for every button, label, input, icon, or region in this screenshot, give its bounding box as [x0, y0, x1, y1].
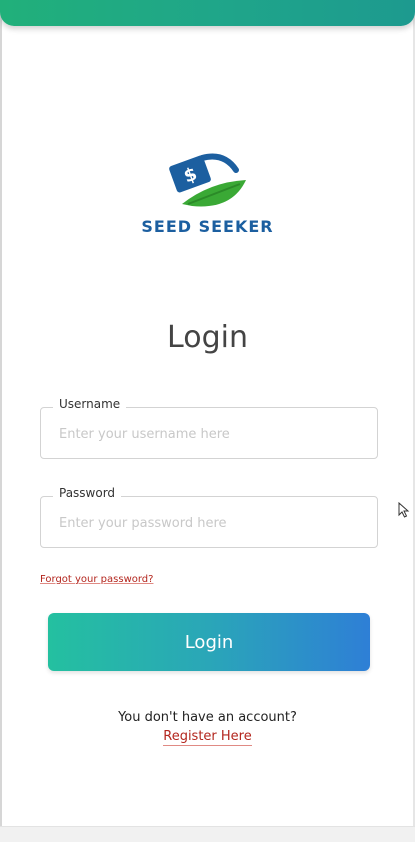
page-title: Login — [167, 320, 248, 355]
forgot-password-link[interactable]: Forgot your password? — [40, 574, 153, 585]
password-label: Password — [53, 486, 122, 500]
brand-name: SEED SEEKER — [141, 217, 274, 236]
username-label: Username — [53, 397, 127, 411]
login-button[interactable]: Login — [48, 613, 370, 671]
register-link[interactable]: Register Here — [163, 729, 252, 746]
money-leaf-logo: $ — [169, 153, 246, 207]
register-link-row: Register Here — [0, 729, 415, 746]
mouse-pointer-icon — [398, 502, 410, 518]
header-bar — [0, 0, 415, 26]
no-account-text: You don't have an account? — [118, 710, 297, 725]
password-field[interactable]: Password — [40, 486, 378, 548]
bottom-bar — [0, 826, 415, 842]
username-field[interactable]: Username — [40, 397, 378, 459]
username-input[interactable] — [59, 424, 359, 444]
password-input[interactable] — [59, 513, 359, 533]
